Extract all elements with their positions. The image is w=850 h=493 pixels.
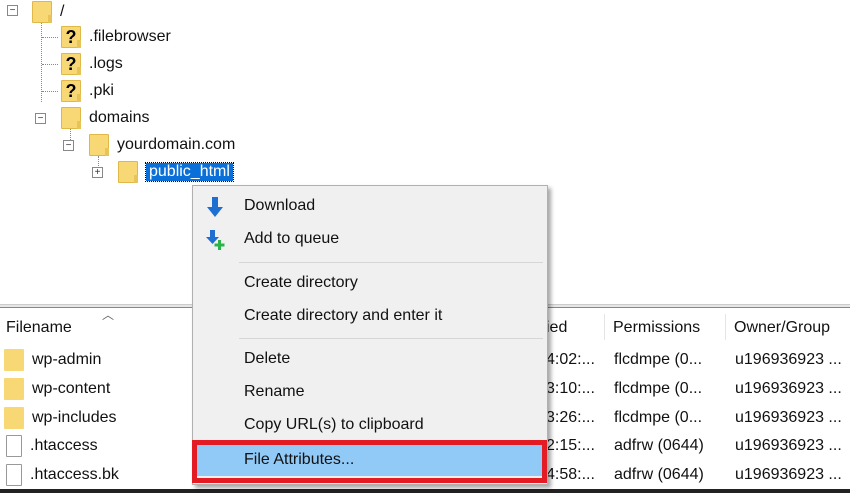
folder-icon — [118, 161, 138, 183]
owner-cell: u196936923 ... — [735, 437, 842, 454]
column-divider[interactable] — [604, 314, 605, 340]
menu-item-create-directory-enter[interactable]: Create directory and enter it — [193, 300, 547, 332]
permissions-cell: adfrw (0644) — [614, 437, 704, 454]
tree-node-logs[interactable]: ? .logs — [61, 52, 123, 76]
folder-icon — [4, 378, 24, 400]
tree-line — [42, 64, 58, 65]
owner-cell: u196936923 ... — [735, 351, 842, 368]
menu-item-rename[interactable]: Rename — [193, 376, 547, 408]
menu-item-copy-url[interactable]: Copy URL(s) to clipboard — [193, 409, 547, 441]
folder-icon — [4, 349, 24, 371]
menu-separator — [239, 262, 543, 263]
column-header-permissions[interactable]: Permissions — [607, 316, 725, 340]
tree-node-filebrowser[interactable]: ? .filebrowser — [61, 25, 171, 49]
folder-icon — [4, 407, 24, 429]
collapse-toggle[interactable]: − — [63, 140, 74, 151]
tree-node-domains[interactable]: domains — [61, 106, 149, 130]
file-icon — [6, 435, 22, 457]
owner-cell: u196936923 ... — [735, 409, 842, 426]
tree-line — [42, 37, 58, 38]
tree-node-pki[interactable]: ? .pki — [61, 79, 114, 103]
modified-cell: 4:58:... — [546, 466, 595, 483]
owner-cell: u196936923 ... — [735, 380, 842, 397]
tree-node-root[interactable]: / — [32, 0, 64, 24]
permissions-cell: flcdmpe (0... — [614, 351, 703, 368]
unknown-folder-icon: ? — [61, 80, 81, 102]
folder-icon — [89, 134, 109, 156]
column-divider[interactable] — [725, 314, 726, 340]
tree-node-public-html[interactable]: public_html — [118, 160, 234, 184]
tree-node-yourdomain[interactable]: yourdomain.com — [89, 133, 235, 157]
collapse-toggle[interactable]: − — [7, 5, 18, 16]
permissions-cell: flcdmpe (0... — [614, 380, 703, 397]
highlight-annotation-box — [192, 440, 547, 483]
tree-line — [42, 91, 58, 92]
folder-icon — [32, 1, 52, 23]
menu-item-delete[interactable]: Delete — [193, 343, 547, 375]
unknown-folder-icon: ? — [61, 53, 81, 75]
menu-item-create-directory[interactable]: Create directory — [193, 267, 547, 299]
collapse-toggle[interactable]: − — [35, 113, 46, 124]
menu-item-add-to-queue[interactable]: Add to queue — [193, 223, 547, 255]
unknown-folder-icon: ? — [61, 26, 81, 48]
expand-toggle[interactable]: + — [92, 167, 103, 178]
modified-cell: 2:15:... — [546, 437, 595, 454]
permissions-cell: flcdmpe (0... — [614, 409, 703, 426]
tree-line — [41, 20, 42, 102]
window-border — [0, 489, 850, 493]
file-icon — [6, 464, 22, 486]
permissions-cell: adfrw (0644) — [614, 466, 704, 483]
modified-cell: 3:10:... — [546, 380, 595, 397]
modified-cell: 3:26:... — [546, 409, 595, 426]
owner-cell: u196936923 ... — [735, 466, 842, 483]
add-to-queue-icon — [206, 230, 225, 250]
menu-item-download[interactable]: Download — [193, 190, 547, 222]
folder-icon — [61, 107, 81, 129]
modified-cell: 4:02:... — [546, 351, 595, 368]
menu-separator — [239, 338, 543, 339]
column-header-owner[interactable]: Owner/Group — [728, 316, 850, 340]
download-arrow-icon — [207, 197, 223, 217]
column-header-modified[interactable]: ied — [540, 316, 604, 340]
